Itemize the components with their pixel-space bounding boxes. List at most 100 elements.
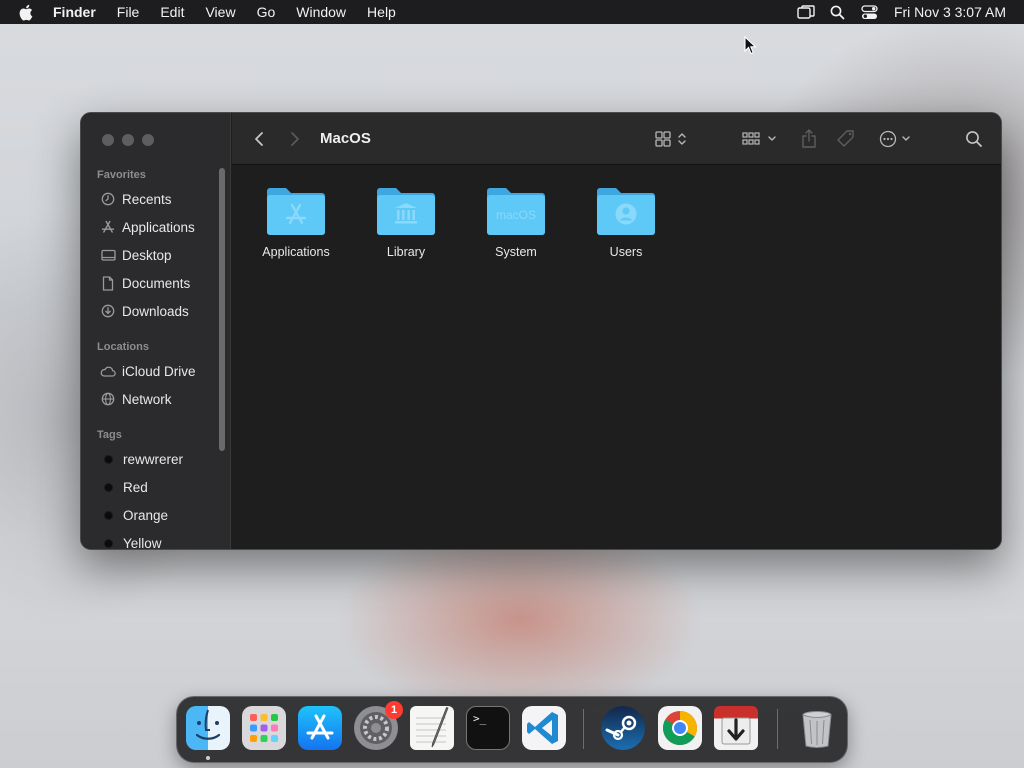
folder-label: Library xyxy=(386,245,426,259)
sidebar-item-documents[interactable]: Documents xyxy=(100,273,190,293)
dock: 1 >_ xyxy=(176,696,848,763)
sidebar-item-label: Yellow xyxy=(123,535,162,550)
back-button[interactable] xyxy=(248,127,270,151)
menu-help[interactable]: Help xyxy=(367,4,396,20)
ellipsis-circle-icon xyxy=(879,130,910,148)
tag-color-dot xyxy=(104,538,113,548)
sidebar-item-applications[interactable]: Applications xyxy=(100,217,195,237)
folder-system[interactable]: macOS System xyxy=(461,185,571,259)
dock-chrome-icon[interactable] xyxy=(658,706,702,750)
menu-bar: Finder File Edit View Go Window Help Fri… xyxy=(0,0,1024,24)
dock-separator xyxy=(583,709,584,749)
sidebar-item-label: Desktop xyxy=(122,247,172,263)
sidebar-tag-red[interactable]: Red xyxy=(100,477,148,497)
share-icon xyxy=(802,129,816,148)
terminal-prompt-glyph: >_ xyxy=(473,712,487,725)
sidebar-item-label: Recents xyxy=(122,191,172,207)
sidebar-item-downloads[interactable]: Downloads xyxy=(100,301,189,321)
sidebar-item-label: Documents xyxy=(122,275,191,291)
menu-go[interactable]: Go xyxy=(257,4,276,20)
folder-label: Applications xyxy=(262,245,330,259)
more-actions-button[interactable] xyxy=(876,127,916,151)
dock-trash-icon[interactable] xyxy=(795,706,839,750)
clock-icon xyxy=(100,191,116,207)
folder-users[interactable]: Users xyxy=(571,185,681,259)
tag-color-dot xyxy=(104,510,113,520)
folder-applications[interactable]: Applications xyxy=(241,185,351,259)
view-mode-button[interactable] xyxy=(652,127,692,151)
display-mirroring-icon[interactable] xyxy=(796,2,816,22)
sidebar-item-recents[interactable]: Recents xyxy=(100,189,172,209)
menu-finder[interactable]: Finder xyxy=(53,4,96,20)
folder-icon xyxy=(597,188,655,235)
menu-window[interactable]: Window xyxy=(296,4,346,20)
sidebar-tag-rewwrerer[interactable]: rewwrerer xyxy=(100,449,183,469)
download-icon xyxy=(100,303,116,319)
sidebar-item-label: Downloads xyxy=(122,303,189,319)
share-button[interactable] xyxy=(797,127,821,151)
dock-separator xyxy=(777,709,778,749)
dock-app-store-icon[interactable] xyxy=(298,706,342,750)
sidebar-item-label: Applications xyxy=(122,219,195,235)
tag-color-dot xyxy=(104,482,113,492)
dock-vscode-icon[interactable] xyxy=(522,706,566,750)
sidebar-item-desktop[interactable]: Desktop xyxy=(100,245,172,265)
control-center-icon[interactable] xyxy=(860,2,880,22)
minimize-window-button[interactable] xyxy=(122,134,134,146)
dock-terminal-icon[interactable]: >_ xyxy=(466,706,510,750)
tag-button[interactable] xyxy=(834,127,858,151)
tag-color-dot xyxy=(104,454,113,464)
finder-window: Favorites Recents Applications Desktop D… xyxy=(80,112,1002,550)
close-window-button[interactable] xyxy=(102,134,114,146)
sidebar-section-favorites: Favorites xyxy=(97,169,146,181)
dock-installer-icon[interactable] xyxy=(714,706,758,750)
menu-bar-status-area: Fri Nov 3 3:07 AM xyxy=(784,0,1006,24)
folder-icon xyxy=(377,188,435,235)
menu-file[interactable]: File xyxy=(117,4,140,20)
menu-bar-clock[interactable]: Fri Nov 3 3:07 AM xyxy=(894,4,1006,20)
sidebar-tag-orange[interactable]: Orange xyxy=(100,505,168,525)
notification-badge: 1 xyxy=(385,701,403,719)
chevron-left-icon xyxy=(255,132,263,146)
document-icon xyxy=(100,275,116,291)
sidebar-item-label: Orange xyxy=(123,507,169,523)
spotlight-search-icon[interactable] xyxy=(828,2,848,22)
folder-label: Users xyxy=(609,245,643,259)
apple-menu-icon[interactable] xyxy=(18,4,36,21)
globe-icon xyxy=(100,391,116,407)
sidebar-item-label: iCloud Drive xyxy=(122,363,196,379)
search-icon xyxy=(966,131,982,147)
running-indicator-dot xyxy=(206,756,210,760)
user-glyph xyxy=(615,203,637,225)
folder-label: System xyxy=(495,245,537,259)
icon-view-grid-icon xyxy=(655,131,686,147)
sidebar-section-tags: Tags xyxy=(97,429,122,441)
menu-edit[interactable]: Edit xyxy=(160,4,184,20)
finder-sidebar: Favorites Recents Applications Desktop D… xyxy=(81,113,231,549)
chevron-right-icon xyxy=(291,132,299,146)
tag-icon xyxy=(837,130,854,147)
cloud-icon xyxy=(100,363,116,379)
sidebar-scrollbar[interactable] xyxy=(219,168,225,451)
sidebar-item-network[interactable]: Network xyxy=(100,389,172,409)
dock-steam-icon[interactable] xyxy=(601,706,645,750)
window-controls xyxy=(102,134,154,146)
search-button[interactable] xyxy=(960,127,988,151)
dock-finder-icon[interactable] xyxy=(186,706,230,750)
finder-toolbar: MacOS xyxy=(232,113,1001,165)
dock-textedit-icon[interactable] xyxy=(410,706,454,750)
window-title: MacOS xyxy=(320,130,371,147)
menu-view[interactable]: View xyxy=(205,4,235,20)
group-by-button[interactable] xyxy=(740,127,780,151)
folder-icon: macOS xyxy=(487,188,545,235)
sidebar-tag-yellow[interactable]: Yellow xyxy=(100,533,162,550)
zoom-window-button[interactable] xyxy=(142,134,154,146)
sidebar-item-icloud-drive[interactable]: iCloud Drive xyxy=(100,361,196,381)
sidebar-item-label: rewwrerer xyxy=(123,451,184,467)
folder-library[interactable]: Library xyxy=(351,185,461,259)
group-grid-icon xyxy=(742,132,776,145)
mouse-pointer-icon xyxy=(744,36,757,55)
forward-button[interactable] xyxy=(284,127,306,151)
dock-launchpad-icon[interactable] xyxy=(242,706,286,750)
macos-glyph-text: macOS xyxy=(496,208,536,222)
